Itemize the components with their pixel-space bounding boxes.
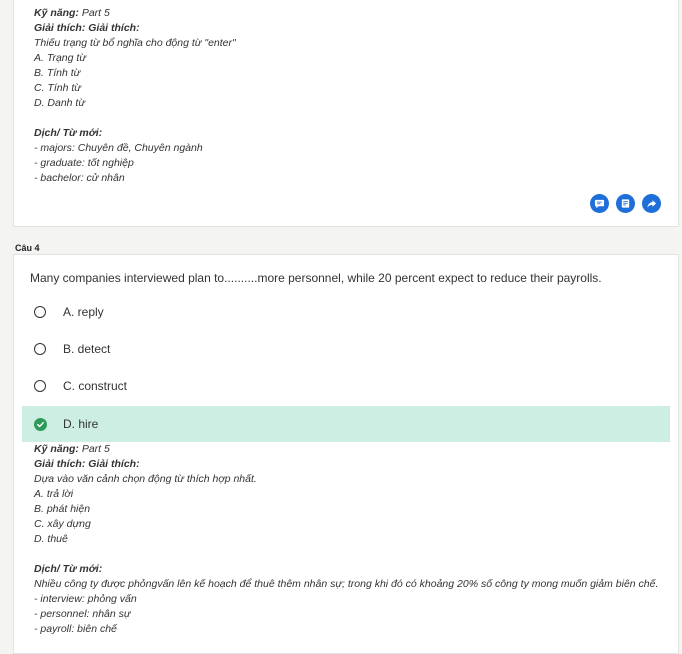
skill-value: Part 5	[78, 7, 110, 19]
explain-line: B. Tính từ	[34, 67, 81, 79]
option-label: A. reply	[63, 305, 104, 319]
option-a[interactable]: A. reply	[22, 294, 670, 330]
comment-icon[interactable]	[590, 194, 609, 213]
vocab-line: Nhiều công ty được phỏngvấn lên kế hoạch…	[34, 578, 659, 590]
option-label: C. construct	[63, 379, 128, 393]
explanation-block: Kỹ năng: Part 5 Giải thích: Giải thích: …	[34, 442, 658, 637]
explain-label: Giải thích: Giải thích:	[34, 22, 140, 34]
vocab-label: Dịch/ Từ mới:	[34, 127, 103, 139]
question-card: Many companies interviewed plan to......…	[13, 254, 679, 654]
note-icon[interactable]	[616, 194, 635, 213]
question-text: Many companies interviewed plan to......…	[30, 271, 602, 285]
option-c[interactable]: C. construct	[22, 368, 670, 404]
radio-icon[interactable]	[34, 306, 46, 318]
explain-line: D. Danh từ	[34, 97, 86, 109]
skill-value: Part 5	[78, 443, 110, 455]
explain-line: Thiếu trạng từ bổ nghĩa cho động từ "ent…	[34, 37, 236, 49]
option-d-correct[interactable]: D. hire	[22, 406, 670, 442]
previous-explanation-card: Kỹ năng: Part 5 Giải thích: Giải thích: …	[13, 0, 679, 227]
explain-line: D. thuê	[34, 533, 68, 545]
vocab-line: - personnel: nhân sự	[34, 608, 131, 620]
explain-line: A. Trạng từ	[34, 52, 86, 64]
option-label: D. hire	[63, 417, 99, 431]
vocab-line: - graduate: tốt nghiệp	[34, 157, 134, 169]
vocab-line: - interview: phỏng vấn	[34, 593, 137, 605]
radio-icon[interactable]	[34, 343, 46, 355]
radio-icon[interactable]	[34, 380, 46, 392]
vocab-line: - bachelor: cử nhân	[34, 172, 125, 184]
skill-line: Kỹ năng: Part 5	[34, 6, 236, 21]
check-circle-icon	[34, 417, 47, 431]
explain-label: Giải thích: Giải thích:	[34, 458, 140, 470]
explain-line: C. Tính từ	[34, 82, 81, 94]
skill-label: Kỹ năng:	[34, 443, 79, 455]
option-label: B. detect	[63, 342, 111, 356]
explanation-block: Kỹ năng: Part 5 Giải thích: Giải thích: …	[34, 6, 236, 186]
skill-label: Kỹ năng:	[34, 7, 79, 19]
skill-line: Kỹ năng: Part 5	[34, 442, 658, 457]
explain-line: Dựa vào văn cảnh chọn động từ thích hợp …	[34, 473, 257, 485]
vocab-label: Dịch/ Từ mới:	[34, 563, 103, 575]
explain-line: A. trả lời	[34, 488, 74, 500]
share-icon[interactable]	[642, 194, 661, 213]
action-icons	[590, 194, 661, 213]
vocab-line: - payroll: biên chế	[34, 623, 117, 635]
vocab-line: - majors: Chuyên đề, Chuyên ngành	[34, 142, 203, 154]
option-b[interactable]: B. detect	[22, 331, 670, 367]
explain-line: B. phát hiện	[34, 503, 91, 515]
explain-line: C. xây dựng	[34, 518, 91, 530]
question-number-label: Câu 4	[15, 243, 40, 253]
